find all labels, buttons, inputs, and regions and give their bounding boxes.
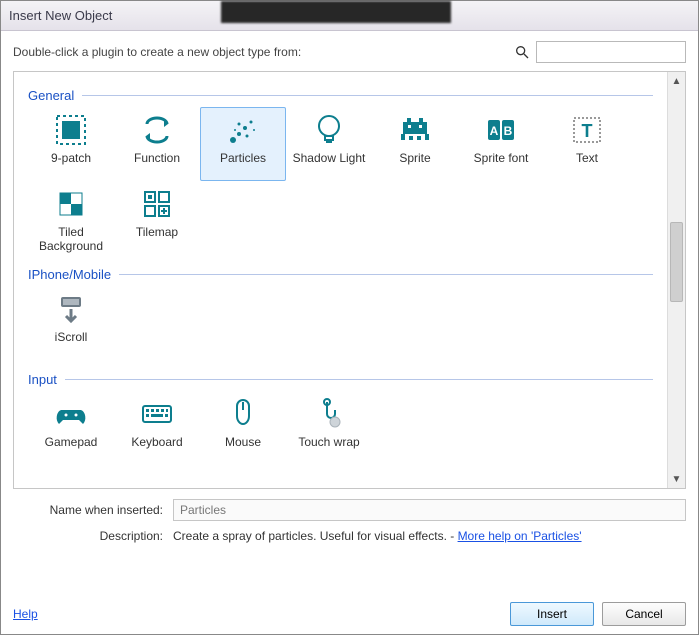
scroll-down-icon[interactable]: ▼ xyxy=(668,470,685,488)
group-header-input: Input xyxy=(28,372,653,387)
plugin-gamepad[interactable]: Gamepad xyxy=(28,391,114,465)
description-body: Create a spray of particles. Useful for … xyxy=(173,529,458,543)
plugin-label: 9-patch xyxy=(51,152,91,166)
divider xyxy=(119,274,653,275)
window-title: Insert New Object xyxy=(9,8,112,23)
search-area xyxy=(514,41,686,63)
decoration xyxy=(221,1,451,23)
description-help-link[interactable]: More help on 'Particles' xyxy=(458,529,582,543)
group-title: IPhone/Mobile xyxy=(28,267,111,282)
description-text: Create a spray of particles. Useful for … xyxy=(173,529,582,543)
scroll-up-icon[interactable]: ▲ xyxy=(668,72,685,90)
instruction-label: Double-click a plugin to create a new ob… xyxy=(13,45,301,59)
titlebar[interactable]: Insert New Object xyxy=(1,1,698,31)
group-title: Input xyxy=(28,372,57,387)
help-link[interactable]: Help xyxy=(13,607,38,621)
plugin-text[interactable]: T Text xyxy=(544,107,630,181)
plugin-list-panel: General 9-patch Function xyxy=(13,71,686,489)
plugin-mouse[interactable]: Mouse xyxy=(200,391,286,465)
plugin-tiled-background[interactable]: Tiled Background xyxy=(28,181,114,255)
name-label: Name when inserted: xyxy=(13,503,163,517)
plugin-function[interactable]: Function xyxy=(114,107,200,181)
plugin-9-patch[interactable]: 9-patch xyxy=(28,107,114,181)
divider xyxy=(82,95,653,96)
plugin-label: iScroll xyxy=(55,331,88,345)
plugin-label: Keyboard xyxy=(131,436,182,450)
plugin-tilemap[interactable]: Tilemap xyxy=(114,181,200,255)
insert-button[interactable]: Insert xyxy=(510,602,594,626)
plugin-sprite[interactable]: Sprite xyxy=(372,107,458,181)
plugin-label: Particles xyxy=(220,152,266,166)
plugin-label: Gamepad xyxy=(45,436,98,450)
plugin-label: Sprite xyxy=(399,152,430,166)
group-title: General xyxy=(28,88,74,103)
search-icon[interactable] xyxy=(514,44,530,60)
plugin-list: General 9-patch Function xyxy=(14,72,667,488)
plugin-label: Tilemap xyxy=(136,226,178,240)
plugin-label: Sprite font xyxy=(474,152,529,166)
search-input[interactable] xyxy=(536,41,686,63)
svg-text:A: A xyxy=(490,124,499,138)
svg-text:T: T xyxy=(582,121,593,141)
description-label: Description: xyxy=(13,529,163,543)
plugin-touch-wrap[interactable]: Touch wrap xyxy=(286,391,372,465)
plugin-label: Shadow Light xyxy=(293,152,366,166)
plugin-label: Mouse xyxy=(225,436,261,450)
scroll-thumb[interactable] xyxy=(670,222,683,302)
group-header-general: General xyxy=(28,88,653,103)
plugin-particles[interactable]: Particles xyxy=(200,107,286,181)
scrollbar[interactable]: ▲ ▼ xyxy=(667,72,685,488)
divider xyxy=(65,379,653,380)
dialog: Insert New Object Double-click a plugin … xyxy=(0,0,699,635)
plugin-iscroll[interactable]: iScroll xyxy=(28,286,114,360)
name-input[interactable] xyxy=(173,499,686,521)
group-header-iphone: IPhone/Mobile xyxy=(28,267,653,282)
plugin-label: Text xyxy=(576,152,598,166)
plugin-label: Touch wrap xyxy=(298,436,359,450)
plugin-shadow-light[interactable]: Shadow Light xyxy=(286,107,372,181)
svg-text:B: B xyxy=(504,124,513,138)
cancel-button[interactable]: Cancel xyxy=(602,602,686,626)
plugin-label: Function xyxy=(134,152,180,166)
plugin-sprite-font[interactable]: AB Sprite font xyxy=(458,107,544,181)
plugin-keyboard[interactable]: Keyboard xyxy=(114,391,200,465)
plugin-label: Tiled Background xyxy=(39,226,103,254)
